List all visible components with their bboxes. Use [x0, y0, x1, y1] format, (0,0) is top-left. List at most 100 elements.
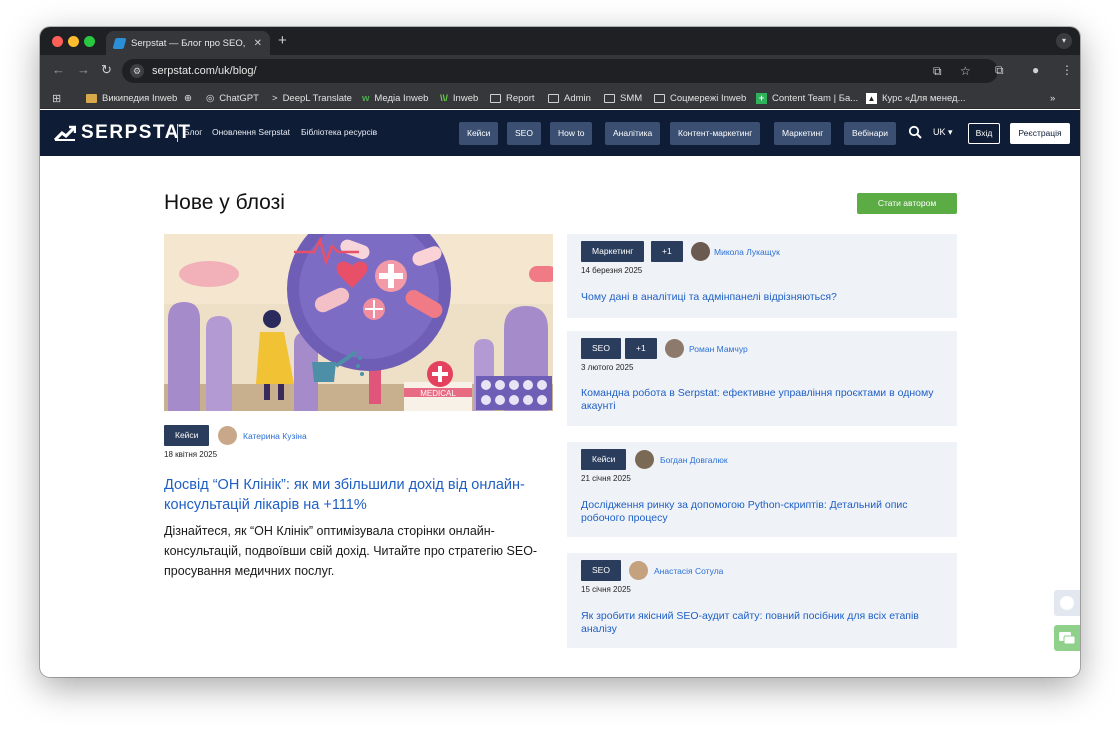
post-author[interactable]: Богдан Довгалюк: [660, 455, 728, 465]
post-extra-tag[interactable]: +1: [625, 338, 657, 359]
post-extra-tag[interactable]: +1: [651, 241, 683, 262]
post-date: 21 січня 2025: [581, 474, 631, 483]
bookmarks-bar: ⊞ Википедия Inweb ⊕ ◎ ChatGPT > DeepL Tran…: [40, 87, 1080, 109]
bookmark-star-icon[interactable]: ☆: [960, 59, 971, 83]
bookmark-kurs[interactable]: ▲ Курс «Для менед...: [866, 87, 966, 109]
circle-icon: [1060, 596, 1074, 610]
folder-icon: [86, 93, 97, 103]
post-tag[interactable]: SEO: [581, 560, 621, 581]
author-avatar[interactable]: [218, 426, 237, 445]
apps-grid-icon[interactable]: ⊞: [52, 87, 61, 109]
tab-search-chevron-icon[interactable]: ▾: [1056, 33, 1072, 49]
category-howto[interactable]: How to: [550, 122, 593, 145]
bookmark-content-team[interactable]: + Content Team | Ба...: [756, 87, 858, 109]
logo-text: SERPSTAT: [81, 122, 192, 143]
bookmark-deepl[interactable]: > DeepL Translate: [272, 87, 352, 109]
browser-menu-icon[interactable]: ⋮: [1061, 62, 1073, 78]
author-avatar[interactable]: [635, 450, 654, 469]
category-webinars[interactable]: Вебінари: [844, 122, 896, 145]
bookmark-media-inweb[interactable]: w Медіа Inweb: [362, 87, 428, 109]
medical-sign: MEDICAL: [420, 389, 456, 398]
folder-icon: [490, 93, 501, 103]
site-header: SERPSTAT Блог Оновлення Serpstat Бібліот…: [40, 110, 1080, 156]
search-icon[interactable]: [908, 125, 922, 139]
post-title[interactable]: Чому дані в аналітиці та адмінпанелі від…: [581, 291, 941, 304]
category-analytics[interactable]: Аналітика: [605, 122, 661, 145]
reload-icon[interactable]: ↻: [101, 63, 112, 77]
scroll-to-top-button[interactable]: [1054, 590, 1080, 616]
post-tag[interactable]: Маркетинг: [581, 241, 645, 262]
folder-icon: [654, 93, 665, 103]
header-divider: [177, 124, 178, 142]
zoom-window-button[interactable]: [84, 36, 95, 47]
triangle-logo-icon: ▲: [866, 92, 877, 104]
post-card[interactable]: Маркетинг +1 Микола Лукащук 14 березня 2…: [567, 234, 957, 318]
install-app-icon[interactable]: ⧉: [933, 59, 942, 83]
nav-link-library[interactable]: Бібліотека ресурсів: [301, 127, 377, 137]
bookmark-wikipedia-inweb[interactable]: Википедия Inweb: [86, 87, 177, 109]
browser-toolbar: ← → ↻ ⚙ serpstat.com/uk/blog/ ⧉ ☆ ⧉ ● ⋮: [40, 55, 1080, 87]
chat-button[interactable]: [1054, 625, 1080, 651]
author-avatar[interactable]: [629, 561, 648, 580]
category-marketing[interactable]: Маркетинг: [774, 122, 832, 145]
forward-arrow-icon[interactable]: →: [77, 63, 90, 77]
folder-icon: [604, 93, 615, 103]
bookmark-inweb[interactable]: \\/Inweb: [440, 87, 478, 109]
post-card[interactable]: Кейси Богдан Довгалюк 21 січня 2025 Досл…: [567, 442, 957, 537]
login-button[interactable]: Вхід: [968, 123, 1000, 144]
tab-serpstat[interactable]: Serpstat — Блог про SEO, PP ✕: [106, 31, 270, 55]
back-arrow-icon[interactable]: ←: [52, 63, 65, 77]
author-avatar[interactable]: [691, 242, 710, 261]
minimize-window-button[interactable]: [68, 36, 79, 47]
featured-author[interactable]: Катерина Кузіна: [243, 431, 307, 441]
bookmark-smm[interactable]: SMM: [604, 87, 642, 109]
bookmarks-overflow-button[interactable]: »: [1050, 87, 1055, 109]
post-card[interactable]: SEO +1 Роман Мамчур 3 лютого 2025 Команд…: [567, 331, 957, 426]
post-author[interactable]: Роман Мамчур: [689, 344, 748, 354]
post-title[interactable]: Дослідження ринку за допомогою Python-ск…: [581, 499, 941, 525]
nav-link-blog[interactable]: Блог: [184, 127, 202, 137]
bookmark-chatgpt-bm[interactable]: ⊕: [184, 87, 192, 109]
featured-post-image[interactable]: MEDICAL: [164, 234, 553, 411]
url-text[interactable]: serpstat.com/uk/blog/: [152, 65, 257, 77]
profile-avatar-icon[interactable]: ●: [1032, 62, 1039, 78]
bookmark-admin[interactable]: Admin: [548, 87, 591, 109]
extensions-icon[interactable]: ⧉: [995, 62, 1004, 78]
featured-description: Дізнайтеся, як “ОН Клінік” оптимізувала …: [164, 524, 538, 578]
post-tag[interactable]: SEO: [581, 338, 621, 359]
address-bar[interactable]: ⚙ serpstat.com/uk/blog/ ⧉ ☆: [122, 59, 998, 83]
post-title[interactable]: Як зробити якісний SEO-аудит сайту: повн…: [581, 610, 941, 636]
new-tab-button[interactable]: +: [278, 32, 287, 50]
post-card[interactable]: SEO Анастасія Сотула 15 січня 2025 Як зр…: [567, 553, 957, 648]
register-button[interactable]: Реєстрація: [1010, 123, 1070, 144]
site-info-icon[interactable]: ⚙: [130, 64, 144, 78]
become-author-button[interactable]: Стати автором: [857, 193, 957, 214]
tab-close-icon[interactable]: ✕: [254, 38, 262, 49]
serpstat-logo-icon: [54, 125, 76, 141]
post-date: 3 лютого 2025: [581, 363, 634, 372]
chatgpt-icon: ◎: [206, 92, 215, 104]
author-avatar[interactable]: [665, 339, 684, 358]
bookmark-socmerezhi[interactable]: Соцмережі Inweb: [654, 87, 746, 109]
post-author[interactable]: Анастасія Сотула: [654, 566, 723, 576]
bookmark-report[interactable]: Report: [490, 87, 535, 109]
w-icon: w: [362, 92, 370, 104]
featured-tag[interactable]: Кейси: [164, 425, 210, 446]
close-window-button[interactable]: [52, 36, 63, 47]
featured-title[interactable]: Досвід “ОН Клінік”: як ми збільшили дохі…: [164, 475, 544, 515]
post-title[interactable]: Командна робота в Serpstat: ефективне уп…: [581, 387, 941, 413]
serpstat-logo[interactable]: SERPSTAT: [54, 122, 192, 144]
category-cases[interactable]: Кейси: [459, 122, 499, 145]
nav-link-updates[interactable]: Оновлення Serpstat: [212, 127, 290, 137]
post-tag[interactable]: Кейси: [581, 449, 627, 470]
globe-icon: ⊕: [184, 92, 192, 104]
tab-title: Serpstat — Блог про SEO, PP: [131, 37, 248, 49]
bookmark-chatgpt[interactable]: ◎ ChatGPT: [206, 87, 259, 109]
post-author[interactable]: Микола Лукащук: [714, 247, 780, 257]
plus-square-icon: +: [756, 92, 767, 104]
browser-window: Serpstat — Блог про SEO, PP ✕ + ▾ ← → ↻ …: [40, 27, 1080, 677]
category-content-marketing[interactable]: Контент-маркетинг: [670, 122, 761, 145]
chat-bubble-icon: [1059, 632, 1076, 645]
language-select[interactable]: UK ▾: [933, 127, 953, 138]
category-seo[interactable]: SEO: [507, 122, 541, 145]
